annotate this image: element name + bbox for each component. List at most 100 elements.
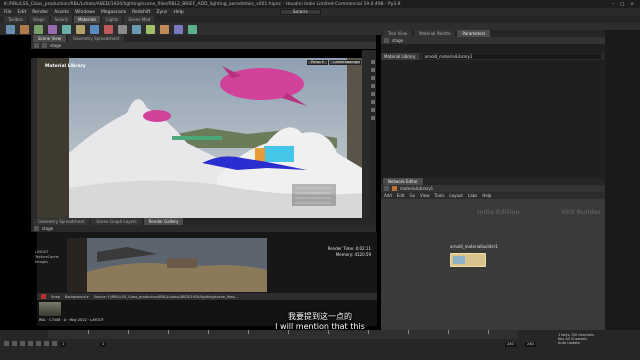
tab-tree-view[interactable]: Tree View [383,30,413,37]
forward-icon[interactable] [42,43,47,48]
jump-end-icon[interactable] [52,341,57,346]
menu-redshift[interactable]: Redshift [132,10,150,15]
menu-windows[interactable]: Windows [75,10,95,15]
render-gallery-pane: LAYOUT TextureCache Images Render Time: … [35,232,377,293]
step-back-icon[interactable] [12,341,17,346]
auto-update-select[interactable]: Auto Update [558,341,636,345]
tab-scene-graph-layers[interactable]: Scene Graph Layers [91,218,142,225]
range-end-field[interactable]: 240 [525,342,536,347]
tab-material-palette[interactable]: Material Palette [414,30,456,37]
play-icon[interactable] [36,341,41,346]
net-menu-tools[interactable]: Tools [435,193,445,198]
close-icon[interactable]: × [630,2,634,7]
small-magenta-creature [143,110,171,122]
snap-icon[interactable] [41,294,46,299]
shelf-tab-scene-mod[interactable]: Scene Mod [124,16,155,23]
shelf-tab-solaris[interactable]: Solaris [50,16,72,23]
back-icon[interactable] [384,38,389,43]
shelf-tab-toolbox[interactable]: Toolbox [4,16,27,23]
shelf-tool-icon[interactable] [160,24,169,34]
menu-file[interactable]: File [4,10,12,15]
viewport-path[interactable]: stage [50,43,61,48]
net-menu-layout[interactable]: Layout [449,193,463,198]
back-icon[interactable] [384,186,389,191]
display-options-toolbar [369,50,376,218]
tab-network-editor[interactable]: Network Editor [383,178,423,185]
shelf-tool-icon[interactable] [104,24,113,34]
arnold-materialbuilder-node[interactable] [450,253,486,267]
net-menu-labs[interactable]: Labs [468,193,477,198]
right-top-tabs: Tree View Material Palette Parameters [381,30,605,37]
shelf-tool-icon[interactable] [34,24,43,34]
display-option-icon[interactable] [370,84,375,88]
shelf-tool-icon[interactable] [20,24,29,34]
net-menu-add[interactable]: Add [384,193,392,198]
stop-icon[interactable] [28,341,33,346]
menu-megascans[interactable]: Megascans [101,10,126,15]
end-frame-field[interactable]: 240 [505,342,516,347]
scene-viewport[interactable]: Material Library Persp ▾ CameraBackgroun… [37,58,362,218]
node-name-field[interactable]: arnold_materialLibrary1 [422,54,601,59]
shelf-tool-icon[interactable] [48,24,57,34]
parameters-path[interactable]: stage [392,38,403,43]
display-option-icon[interactable] [370,92,375,96]
maximize-icon[interactable]: □ [620,2,624,7]
tab-parameters[interactable]: Parameters [457,30,491,37]
net-menu-edit[interactable]: Edit [397,193,405,198]
network-path[interactable]: materialLibrary1 [400,186,433,191]
shelf-tool-icon[interactable] [188,24,197,34]
menu-help[interactable]: Help [173,10,183,15]
back-icon[interactable] [34,43,39,48]
shelf-tab-lights[interactable]: Lights [102,16,123,23]
display-option-icon[interactable] [370,68,375,72]
display-option-icon[interactable] [370,76,375,80]
net-menu-go[interactable]: Go [410,193,416,198]
persp-menu-button[interactable]: Persp ▾ [307,60,328,65]
display-option-icon[interactable] [370,100,375,104]
tab-scene-view[interactable]: Scene View [33,35,66,42]
camera-menu-button[interactable]: CameraBackgroundPlate ▾ [329,60,361,65]
snap-button[interactable]: Snap [51,295,60,299]
shelf-tool-icon[interactable] [118,24,127,34]
minimize-icon[interactable]: – [612,2,614,7]
info-line: Images [35,260,48,264]
display-option-icon[interactable] [370,108,375,112]
playback-controls [4,341,57,346]
jump-start-icon[interactable] [4,341,9,346]
tab-render-gallery[interactable]: Render Gallery [143,218,184,225]
tab-geometry-spreadsheet[interactable]: Geometry Spreadsheet [67,35,125,42]
menu-zync[interactable]: Zync [156,10,167,15]
viewport-pane-tabs: Scene View Geometry Spreadsheet [31,35,376,42]
back-icon[interactable] [34,226,39,231]
shelf-tool-icon[interactable] [132,24,141,34]
shelf-tabs: Toolbox Stage Solaris Materials Lights S… [0,16,640,23]
display-option-icon[interactable] [370,116,375,120]
step-forward-icon[interactable] [44,341,49,346]
shelf-tool-icon[interactable] [76,24,85,34]
play-reverse-icon[interactable] [20,341,25,346]
shelf-tool-icon[interactable] [146,24,155,34]
shelf-tab-materials[interactable]: Materials [73,16,101,23]
shelf-tool-icon[interactable] [6,24,15,34]
start-frame-field[interactable]: 1 [100,342,107,347]
network-path-bar: materialLibrary1 [381,185,605,192]
background-select[interactable]: Background ▾ [65,295,89,299]
vop-context-icon[interactable] [392,186,397,191]
lower-path[interactable]: stage [42,226,53,231]
shelf-tool-icon[interactable] [174,24,183,34]
menu-render[interactable]: Render [32,10,48,15]
shelf-tab-stage[interactable]: Stage [29,16,49,23]
shelf-tool-icon[interactable] [90,24,99,34]
shelf-tool-icon[interactable] [62,24,71,34]
net-menu-help[interactable]: Help [482,193,491,198]
render-stats: Render Time: 0:02:11 Memory: 4120.59 [328,246,371,257]
menu-edit[interactable]: Edit [18,10,27,15]
menu-assets[interactable]: Assets [54,10,69,15]
desktop-select[interactable]: Solaris [279,9,321,15]
net-menu-view[interactable]: View [420,193,430,198]
timeline-ruler[interactable] [48,330,518,339]
display-option-icon[interactable] [370,60,375,64]
current-frame-field[interactable]: 1 [60,342,67,347]
network-menubar: Add Edit Go View Tools Layout Labs Help [381,192,605,199]
tab-geometry-spreadsheet-lower[interactable]: Geometry Spreadsheet [33,218,90,225]
